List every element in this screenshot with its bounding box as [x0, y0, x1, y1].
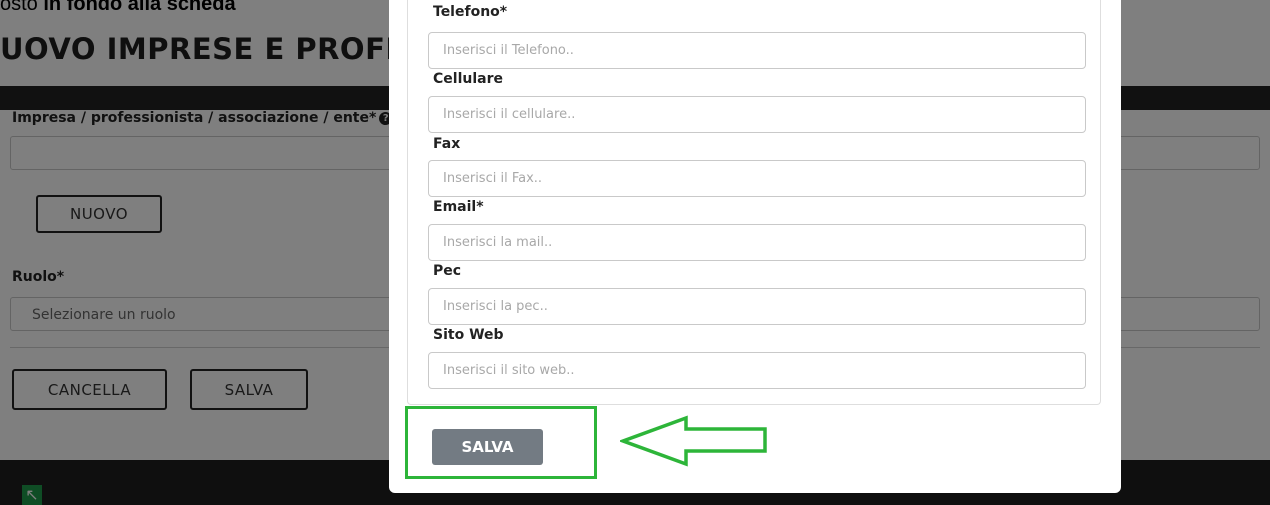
pec-input[interactable] [428, 288, 1086, 325]
cellulare-input[interactable] [428, 96, 1086, 133]
sito-web-input[interactable] [428, 352, 1086, 389]
telefono-label: Telefono* [433, 4, 508, 20]
highlight-box [405, 406, 597, 479]
contact-form-panel: Telefono* Cellulare Fax Email* Pec Sito … [407, 0, 1101, 405]
arrow-icon [620, 415, 767, 467]
fax-input[interactable] [428, 160, 1086, 197]
cellulare-label: Cellulare [433, 71, 503, 87]
email-label: Email* [433, 199, 484, 215]
fax-label: Fax [433, 136, 461, 152]
pec-label: Pec [433, 263, 462, 279]
sito-web-label: Sito Web [433, 327, 504, 343]
telefono-input[interactable] [428, 32, 1086, 69]
email-input[interactable] [428, 224, 1086, 261]
